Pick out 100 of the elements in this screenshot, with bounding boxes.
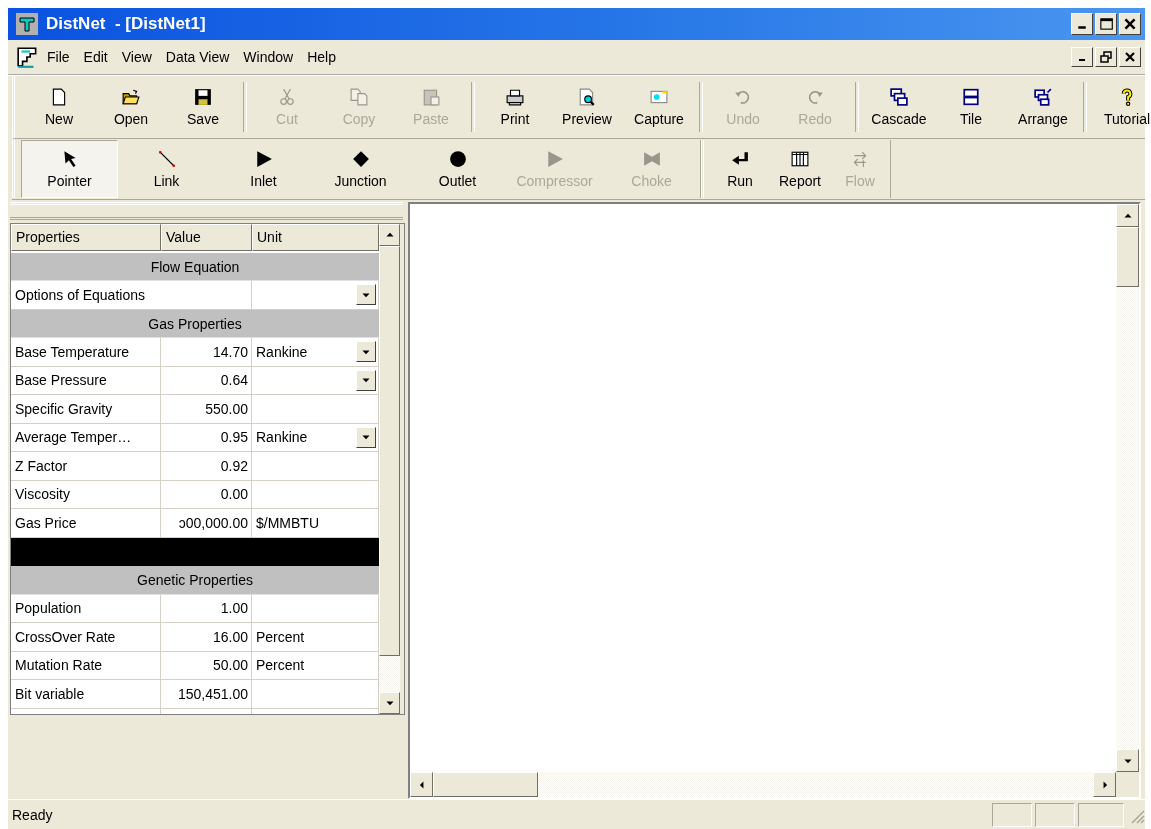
scroll-down-button[interactable]: [1116, 749, 1139, 772]
minimize-icon: [1077, 25, 1087, 30]
scroll-thumb[interactable]: [1116, 227, 1139, 287]
diamond-icon: [351, 149, 370, 168]
toolbar-button[interactable]: Arrange: [1007, 78, 1079, 136]
menu-item[interactable]: File: [40, 47, 77, 67]
save-icon: [194, 87, 212, 106]
menu-item[interactable]: View: [114, 47, 159, 67]
toolbar-button[interactable]: Cascade: [863, 78, 935, 136]
document-icon: [50, 87, 68, 106]
property-value: 14.70: [212, 343, 248, 360]
close-icon: [1122, 16, 1138, 32]
property-name: Base Temperature: [11, 338, 161, 367]
property-name: Viscosity: [11, 480, 161, 509]
toolbar-button[interactable]: Preview: [551, 78, 623, 136]
tool-button[interactable]: Pointer: [21, 140, 118, 198]
tool-button[interactable]: Junction: [312, 140, 409, 198]
tool-button[interactable]: Inlet: [215, 140, 312, 198]
line-icon: [157, 149, 176, 168]
column-header[interactable]: Value: [161, 224, 252, 251]
clipboard-icon: [422, 87, 440, 106]
arrange-icon: [1034, 87, 1052, 106]
scroll-thumb[interactable]: [433, 772, 538, 797]
property-name: Population: [11, 594, 161, 623]
status-pane: [992, 802, 1032, 827]
property-name: Specific Gravity: [11, 395, 161, 424]
folder-icon: [122, 87, 140, 106]
arrows-icon: [851, 149, 869, 168]
unit-text: Percent: [256, 657, 305, 674]
toolbar-button[interactable]: Open: [95, 78, 167, 136]
scroll-right-button[interactable]: [1093, 772, 1116, 797]
dropdown-button[interactable]: [356, 341, 376, 362]
tool-button[interactable]: Run: [710, 140, 770, 198]
close-icon: [1123, 50, 1137, 64]
property-value: ↄ00,000.00: [178, 514, 248, 531]
menu-item[interactable]: Data View: [158, 47, 237, 67]
maximize-icon: [1098, 16, 1114, 32]
section-header: Flow Equation: [11, 252, 379, 281]
tool-button[interactable]: Outlet: [409, 140, 506, 198]
window-title: DistNet - [DistNet1]: [46, 14, 207, 34]
toolbar-button[interactable]: Tutorial: [1091, 78, 1151, 136]
unit-text: Rankine: [256, 343, 308, 360]
tool-button[interactable]: Report: [770, 140, 830, 198]
dropdown-button[interactable]: [356, 284, 376, 305]
menu-item[interactable]: Help: [300, 47, 343, 67]
menu-item[interactable]: Edit: [76, 47, 115, 67]
minimize-button[interactable]: [1071, 47, 1093, 67]
scroll-up-button[interactable]: [1116, 204, 1139, 227]
close-button[interactable]: [1119, 13, 1141, 35]
app-icon: [16, 13, 38, 35]
property-value: 1.00: [220, 600, 248, 617]
section-header: Genetic Properties: [11, 566, 379, 595]
grid-icon: [791, 149, 809, 168]
close-button[interactable]: [1119, 47, 1141, 67]
menu-item[interactable]: Window: [236, 47, 301, 67]
copy-icon: [350, 87, 368, 106]
property-name: Options of Equations: [11, 281, 252, 310]
property-value: 550.00: [205, 400, 248, 417]
minimize-button[interactable]: [1071, 13, 1093, 35]
toolbar-button[interactable]: Tile: [935, 78, 1007, 136]
printer-icon: [506, 87, 524, 106]
property-value: 0.95: [220, 429, 248, 446]
unit-text: Percent: [256, 628, 305, 645]
property-value: 150,451.00: [177, 685, 248, 702]
toolbar-button[interactable]: Save: [167, 78, 239, 136]
unit-text: $/MMBTU: [256, 514, 319, 531]
scroll-left-button[interactable]: [410, 772, 433, 797]
tile-icon: [962, 87, 980, 106]
toolbar-button[interactable]: New: [23, 78, 95, 136]
status-pane: [1078, 802, 1124, 827]
column-header[interactable]: Unit: [252, 224, 379, 251]
bowtie-icon: [642, 149, 661, 168]
column-header[interactable]: Properties: [11, 224, 161, 251]
dropdown-button[interactable]: [356, 369, 376, 391]
property-value: 0.00: [220, 486, 248, 503]
triangle-icon: [545, 149, 564, 168]
dropdown-button[interactable]: [356, 426, 376, 448]
property-value: 50.00: [212, 657, 248, 674]
status-pane: [1035, 802, 1075, 827]
property-name: Z Factor: [11, 452, 161, 481]
scroll-down-button[interactable]: [379, 692, 400, 714]
property-value: 0.64: [220, 372, 248, 389]
unit-text: Rankine: [256, 429, 308, 446]
property-name: Mutation Rate: [11, 651, 161, 680]
maximize-button[interactable]: [1095, 13, 1117, 35]
scroll-thumb[interactable]: [379, 246, 400, 656]
restore-button[interactable]: [1095, 47, 1117, 67]
toolbar-button[interactable]: Print: [479, 78, 551, 136]
property-name: CrossOver Rate: [11, 623, 161, 652]
preview-icon: [578, 87, 596, 106]
section-header: Gas Properties: [11, 309, 379, 338]
minimize-icon: [1078, 58, 1086, 62]
triangle-icon: [254, 149, 273, 168]
circle-icon: [448, 149, 467, 168]
property-name: Gas Price: [11, 509, 161, 538]
property-name: Base Pressure: [11, 366, 161, 395]
scroll-up-button[interactable]: [379, 224, 400, 246]
toolbar-button[interactable]: Capture: [623, 78, 695, 136]
tool-button[interactable]: Link: [118, 140, 215, 198]
property-name: Bit variable: [11, 680, 161, 709]
